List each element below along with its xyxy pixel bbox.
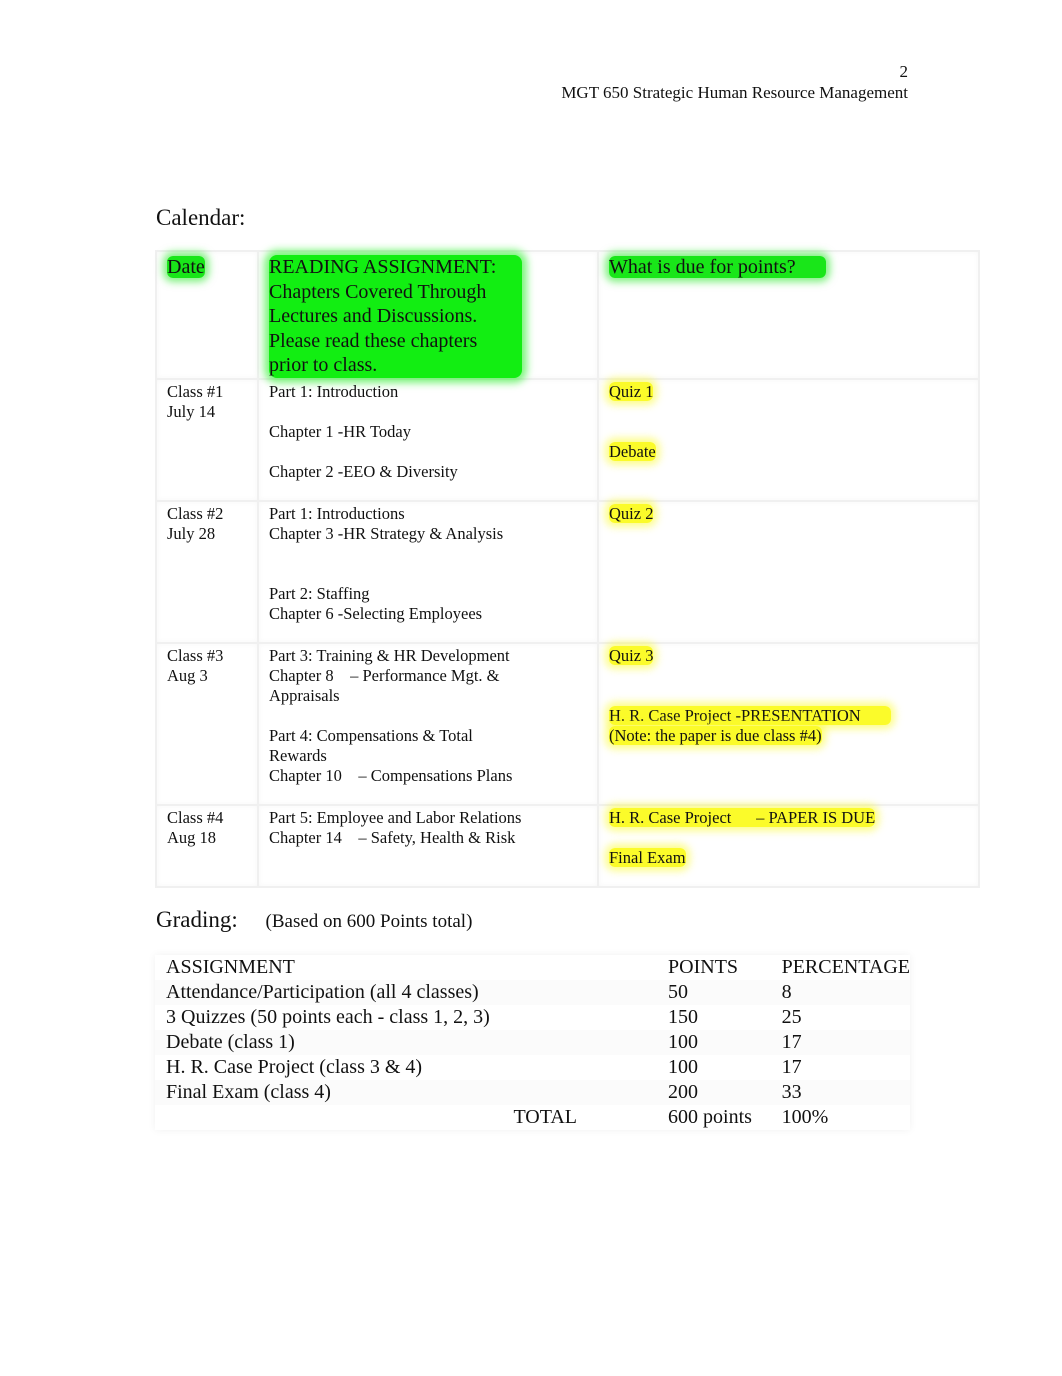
assignment-name: Attendance/Participation (all 4 classes) — [166, 981, 479, 1003]
assignment-points: 200 — [668, 1081, 699, 1103]
date-cell: Class #1 July 14 — [155, 377, 259, 502]
assignment-name: Debate (class 1) — [166, 1031, 295, 1053]
header-points: POINTS — [668, 956, 739, 978]
reading-item: Chapter 1 -HR Today — [269, 421, 411, 441]
assignment-percentage: 33 — [781, 1081, 802, 1103]
grading-row: H. R. Case Project (class 3 & 4) 100 17 — [155, 1055, 910, 1080]
class-label: Class #2 — [167, 503, 224, 523]
assignment-percentage: 17 — [781, 1056, 802, 1078]
reading-item: Part 1: Introduction — [269, 381, 399, 401]
reading-item: Part 3: Training & HR Development — [269, 645, 510, 665]
header-reading-line: Please read these chapters — [269, 329, 478, 352]
class-date: Aug 18 — [167, 827, 217, 847]
due-item: Quiz 2 — [609, 503, 654, 523]
reading-cell: Part 5: Employee and Labor Relations Cha… — [257, 803, 599, 888]
reading-item: Chapter 14 – Safety, Health & Risk — [269, 827, 516, 847]
grading-row: Attendance/Participation (all 4 classes)… — [155, 980, 910, 1005]
assignment-percentage: 17 — [781, 1031, 802, 1053]
due-cell: Quiz 1 Debate — [597, 377, 980, 502]
assignment-name: H. R. Case Project (class 3 & 4) — [166, 1056, 423, 1078]
reading-item: Chapter 8 – Performance Mgt. & — [269, 665, 500, 685]
class-date: Aug 3 — [167, 665, 208, 685]
header-due-cell: What is due for points? — [597, 250, 980, 380]
grading-table: ASSIGNMENT POINTS PERCENTAGE Attendance/… — [155, 955, 910, 1130]
reading-item: Part 2: Staffing — [269, 583, 370, 603]
grading-header-row: ASSIGNMENT POINTS PERCENTAGE — [155, 955, 910, 980]
reading-cell: Part 1: Introductions Chapter 3 -HR Stra… — [257, 499, 599, 644]
assignment-points: 100 — [668, 1031, 699, 1053]
course-title: MGT 650 Strategic Human Resource Managem… — [561, 83, 908, 102]
reading-cell: Part 3: Training & HR Development Chapte… — [257, 641, 599, 806]
total-label: TOTAL — [513, 1106, 578, 1128]
calendar-table: Date READING ASSIGNMENT: Chapters Covere… — [155, 250, 980, 888]
class-label: Class #3 — [167, 645, 224, 665]
reading-item: Chapter 2 -EEO & Diversity — [269, 461, 458, 481]
class-label: Class #4 — [167, 807, 224, 827]
grading-title: Grading: — [156, 907, 238, 932]
due-cell: Quiz 3 H. R. Case Project -PRESENTATION … — [597, 641, 980, 806]
header-reading-line: prior to class. — [269, 354, 378, 376]
due-cell: H. R. Case Project – PAPER IS DUE Final … — [597, 803, 980, 888]
grading-note: (Based on 600 Points total) — [265, 911, 473, 932]
grading-total-row: TOTAL 600 points 100% — [155, 1105, 910, 1130]
class-date: July 28 — [167, 523, 216, 543]
assignment-points: 150 — [668, 1006, 699, 1028]
total-points: 600 points — [668, 1106, 752, 1128]
assignment-points: 50 — [668, 981, 689, 1003]
grading-heading: Grading: (Based on 600 Points total) — [156, 906, 472, 936]
due-item: Quiz 3 — [609, 645, 654, 665]
calendar-title: Calendar: — [156, 205, 246, 230]
assignment-percentage: 8 — [781, 981, 792, 1003]
reading-item: Rewards — [269, 745, 327, 765]
due-cell: Quiz 2 — [597, 499, 980, 644]
header-percentage: PERCENTAGE — [781, 956, 910, 978]
header-assignment: ASSIGNMENT — [166, 956, 295, 978]
date-cell: Class #3 Aug 3 — [155, 641, 259, 806]
header-reading-line: Chapters Covered Through — [269, 280, 487, 303]
grading-row: 3 Quizzes (50 points each - class 1, 2, … — [155, 1005, 910, 1030]
calendar-row-class-1: Class #1 July 14 Part 1: Introduction Ch… — [155, 377, 980, 502]
header-reading-line: READING ASSIGNMENT: — [269, 256, 497, 278]
reading-item: Part 4: Compensations & Total — [269, 725, 473, 745]
calendar-header-row: Date READING ASSIGNMENT: Chapters Covere… — [155, 250, 980, 380]
date-cell: Class #4 Aug 18 — [155, 803, 259, 888]
due-item: H. R. Case Project – PAPER IS DUE — [609, 807, 876, 827]
header-reading-cell: READING ASSIGNMENT: Chapters Covered Thr… — [257, 250, 599, 380]
grading-row: Debate (class 1) 100 17 — [155, 1030, 910, 1055]
reading-item: Chapter 6 -Selecting Employees — [269, 603, 483, 623]
page-number: 2 — [899, 62, 909, 81]
assignment-percentage: 25 — [781, 1006, 802, 1028]
calendar-row-class-3: Class #3 Aug 3 Part 3: Training & HR Dev… — [155, 641, 980, 806]
reading-item: Part 5: Employee and Labor Relations — [269, 807, 522, 827]
reading-item: Part 1: Introductions — [269, 503, 405, 523]
due-item: (Note: the paper is due class #4) — [609, 725, 822, 745]
calendar-heading: Calendar: — [156, 204, 245, 232]
assignment-name: Final Exam (class 4) — [166, 1081, 331, 1103]
grading-row: Final Exam (class 4) 200 33 — [155, 1080, 910, 1105]
reading-item: Chapter 10 – Compensations Plans — [269, 765, 513, 785]
due-item: Final Exam — [609, 847, 686, 867]
class-date: July 14 — [167, 401, 216, 421]
reading-item: Appraisals — [269, 685, 340, 705]
due-item: H. R. Case Project -PRESENTATION — [609, 705, 891, 725]
header-due: What is due for points? — [609, 256, 826, 278]
due-item: Debate — [609, 441, 656, 461]
page-header: 2 MGT 650 Strategic Human Resource Manag… — [561, 61, 908, 103]
class-label: Class #1 — [167, 381, 224, 401]
header-reading-line: Lectures and Discussions. — [269, 305, 478, 327]
date-cell: Class #2 July 28 — [155, 499, 259, 644]
reading-item: Chapter 3 -HR Strategy & Analysis — [269, 523, 504, 543]
calendar-row-class-4: Class #4 Aug 18 Part 5: Employee and Lab… — [155, 803, 980, 888]
header-date-cell: Date — [155, 250, 259, 380]
assignment-points: 100 — [668, 1056, 699, 1078]
assignment-name: 3 Quizzes (50 points each - class 1, 2, … — [166, 1006, 490, 1028]
header-reading-assignment: READING ASSIGNMENT: Chapters Covered Thr… — [269, 255, 523, 378]
total-percentage: 100% — [781, 1106, 829, 1128]
header-date: Date — [167, 256, 205, 278]
due-item: Quiz 1 — [609, 381, 654, 401]
calendar-row-class-2: Class #2 July 28 Part 1: Introductions C… — [155, 499, 980, 644]
reading-cell: Part 1: Introduction Chapter 1 -HR Today… — [257, 377, 599, 502]
